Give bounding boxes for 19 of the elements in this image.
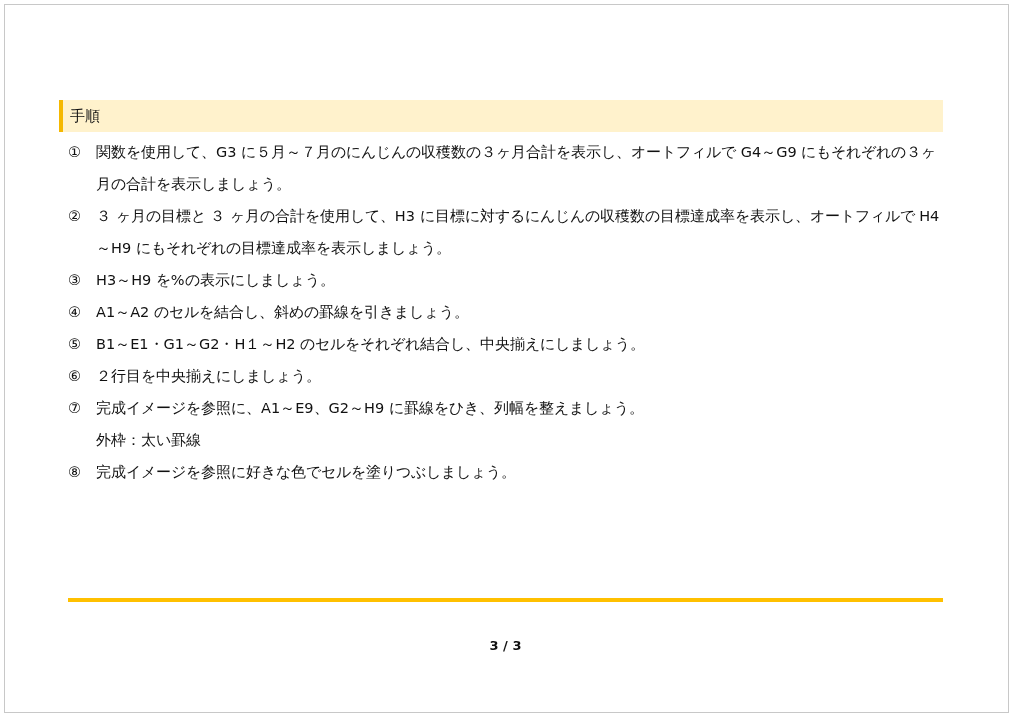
step-number: ⑦ xyxy=(68,399,82,418)
step-number: ⑥ xyxy=(68,367,82,386)
step-text: 完成イメージを参照に好きな色でセルを塗りつぶしましょう。 xyxy=(96,463,517,482)
step-text: A1～A2 のセルを結合し、斜めの罫線を引きましょう。 xyxy=(96,303,470,322)
step-number: ④ xyxy=(68,303,82,322)
step-text: ２行目を中央揃えにしましょう。 xyxy=(96,367,322,386)
step-text: ３ ヶ月の目標と ３ ヶ月の合計を使用して、H3 に目標に対するにんじんの収穫数の目標達成率を表示し、オートフィルで H4～H9 にもそれぞれの目標達成率を表示しましょう。 xyxy=(96,207,941,258)
step-text: 関数を使用して、G3 に５月～７月のにんじんの収穫数の３ヶ月合計を表示し、オートフィルで G4～G9 にもそれぞれの３ヶ月の合計を表示しましょう。 xyxy=(96,143,938,194)
step-number: ⑧ xyxy=(68,463,82,482)
step-number: ② xyxy=(68,207,82,226)
step-number: ① xyxy=(68,143,82,162)
step-text: B1～E1・G1～G2・H１～H2 のセルをそれぞれ結合し、中央揃えにしましょう。 xyxy=(96,335,647,354)
step-text: H3～H9 を%の表示にしましょう。 xyxy=(96,271,336,290)
page-number: 3 / 3 xyxy=(489,638,522,653)
step-note: 外枠：太い罫線 xyxy=(96,431,202,450)
step-number: ③ xyxy=(68,271,82,290)
step-number: ⑤ xyxy=(68,335,82,354)
section-heading: 手順 xyxy=(59,100,943,132)
step-text: 完成イメージを参照に、A1～E9、G2～H9 に罫線をひき、列幅を整えましょう。 xyxy=(96,399,645,418)
